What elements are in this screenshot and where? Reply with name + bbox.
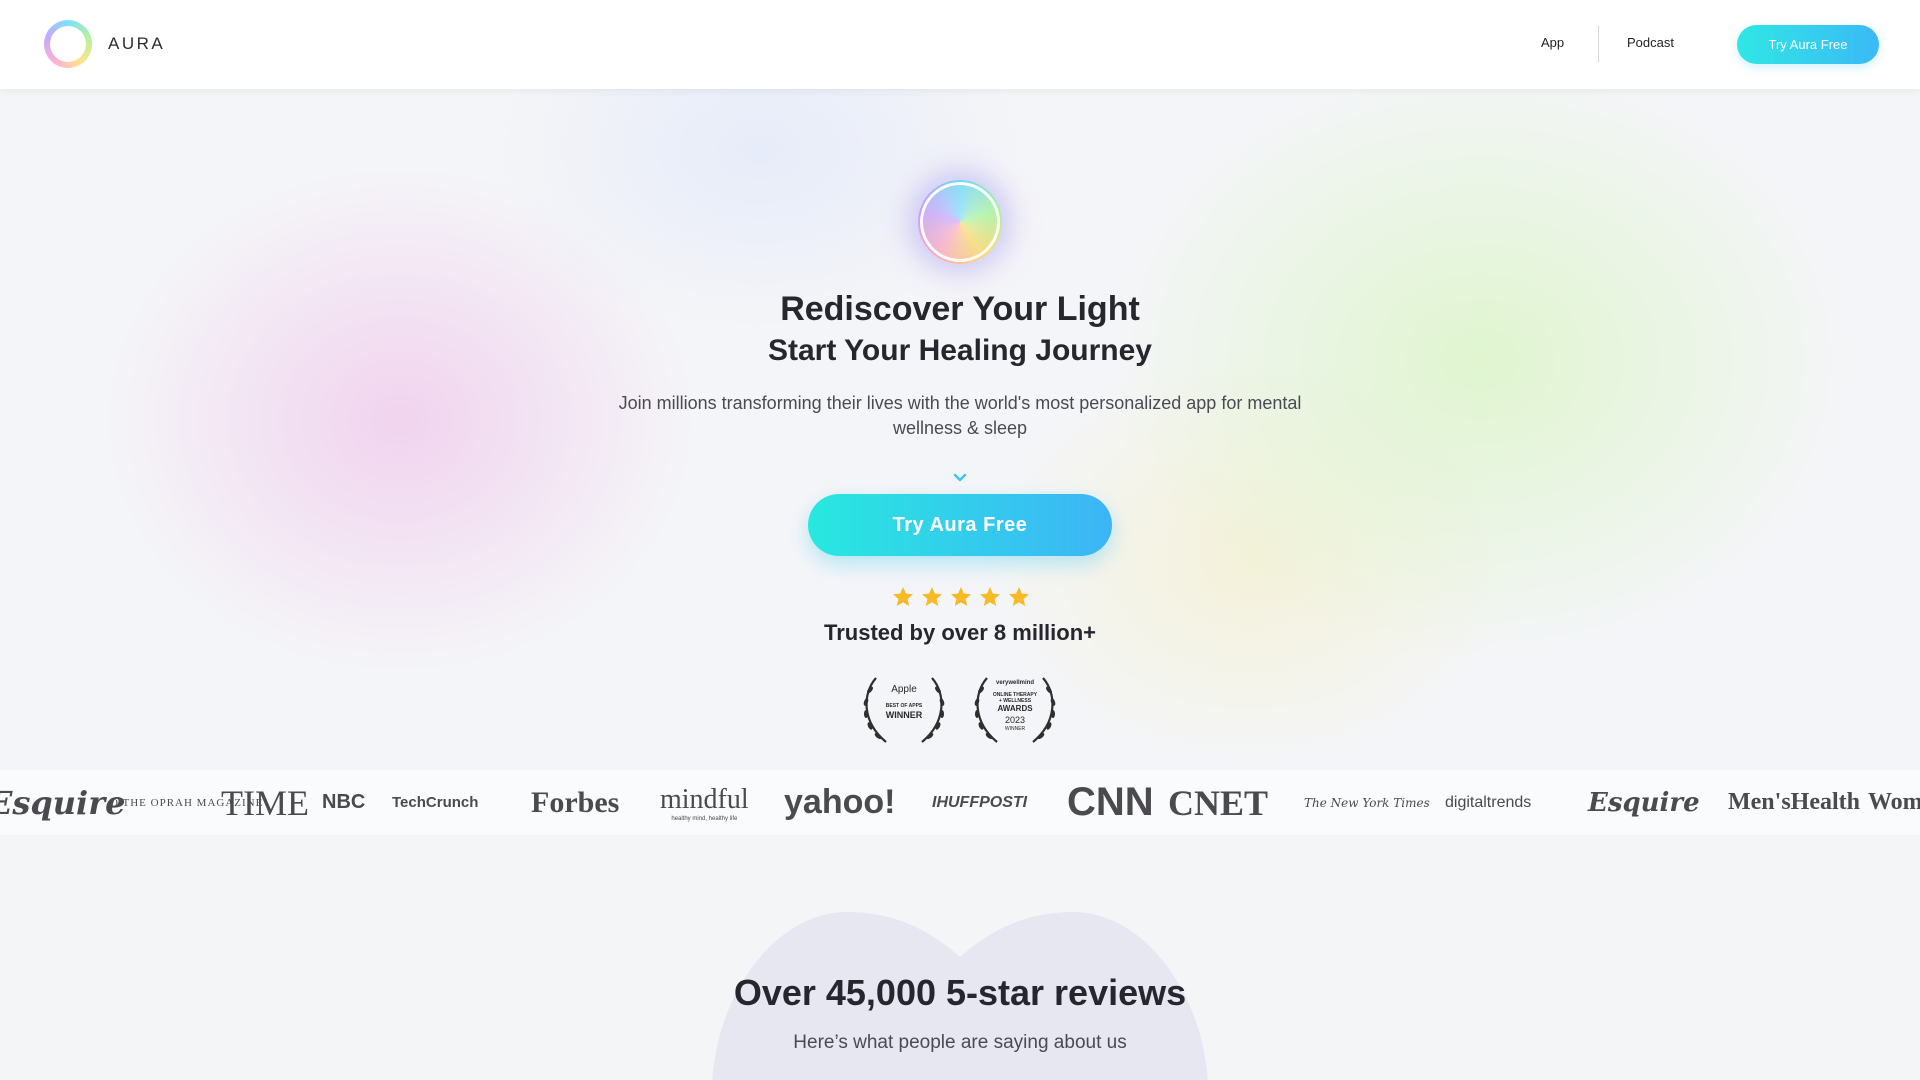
mens-health-logo: Men'sHealth <box>1728 789 1860 815</box>
hero-title: Rediscover Your Light <box>780 290 1140 328</box>
womens-health-logo: Women <box>1868 789 1920 815</box>
aura-ring-icon <box>44 20 92 68</box>
award-brand: Apple <box>891 684 917 695</box>
reviews-title: Over 45,000 5-star reviews <box>733 972 1187 1013</box>
hero-subtitle: Start Your Healing Journey <box>768 334 1152 367</box>
header-try-free-button[interactable]: Try Aura Free <box>1737 25 1879 64</box>
forbes-logo: Forbes <box>531 785 620 819</box>
star-icon <box>980 587 1000 606</box>
hero-description: Join millions transforming their lives w… <box>618 393 1302 438</box>
site-header: AURA App Podcast Try Aura Free <box>0 0 1920 89</box>
award-year: 2023 <box>1004 715 1026 725</box>
esquire-logo: Esquire <box>1588 787 1700 818</box>
brand-logo[interactable]: AURA <box>44 20 165 68</box>
cnet-logo: CNET <box>1168 782 1269 823</box>
apple-award-badge: Apple BEST OF APPS WINNER <box>856 670 952 746</box>
digitaltrends-logo: digitaltrends <box>1445 793 1532 811</box>
star-icon <box>951 587 971 606</box>
esquire-logo: Esquire <box>0 783 126 822</box>
yahoo-logo: yahoo! <box>784 783 896 821</box>
brand-name: AURA <box>108 34 166 53</box>
hero-try-free-button[interactable]: Try Aura Free <box>808 494 1112 556</box>
award-line4: WINNER <box>1004 726 1026 732</box>
nav-app-link[interactable]: App <box>1541 35 1564 50</box>
press-logo-strip: Esquire O THE OPRAH MAGAZINE TIME NBC Te… <box>0 770 1920 835</box>
techcrunch-logo: TechCrunch <box>392 794 479 811</box>
nytimes-logo: The New York Times <box>1304 795 1430 810</box>
mindful-logo: mindful healthy mind, healthy life <box>660 770 749 835</box>
award-line3: AWARDS <box>997 704 1033 713</box>
cnn-logo: CNN <box>1067 780 1154 824</box>
mindful-wordmark: mindful <box>660 783 749 815</box>
aura-orb-icon <box>918 180 1002 264</box>
rating-stars <box>891 585 1031 609</box>
reviews-subtitle: Here’s what people are saying about us <box>793 1032 1127 1053</box>
nav-podcast-link[interactable]: Podcast <box>1627 35 1674 50</box>
huffpost-logo: IHUFFPOSTI <box>932 793 1028 811</box>
mindful-tagline: healthy mind, healthy life <box>671 815 738 822</box>
star-icon <box>1009 587 1029 606</box>
trusted-by-text: Trusted by over 8 million+ <box>823 620 1097 645</box>
award-line1: BEST OF APPS <box>885 703 923 709</box>
star-icon <box>922 587 942 606</box>
time-logo: TIME <box>221 782 309 823</box>
verywell-award-badge: verywellmind ONLINE THERAPY + WELLNESS A… <box>967 670 1063 746</box>
award-line2: WINNER <box>885 710 923 720</box>
nbc-logo: NBC <box>322 791 366 813</box>
star-icon <box>893 587 913 606</box>
nav-divider <box>1598 26 1599 62</box>
award-brand: verywellmind <box>995 680 1034 686</box>
chevron-down-icon <box>953 473 967 482</box>
